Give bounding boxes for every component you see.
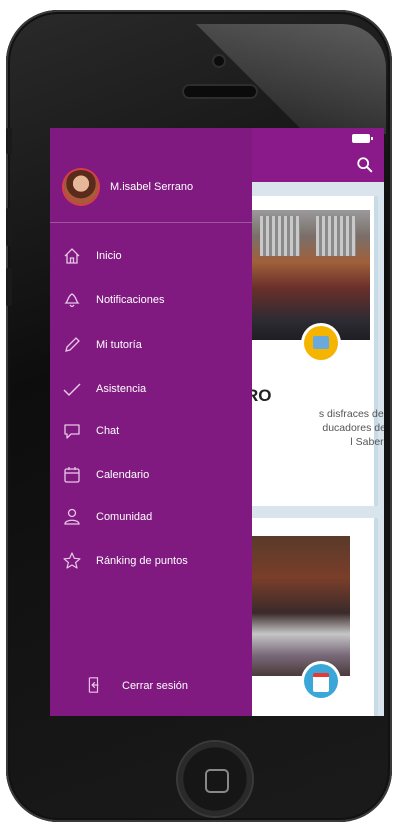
menu-item-label: Comunidad: [96, 511, 153, 523]
app-screen: RO s disfraces del ducadores de l Saber.…: [50, 128, 384, 716]
menu-item-label: Mi tutoría: [96, 339, 142, 351]
calendar-badge-icon: [304, 664, 338, 698]
logout-icon: [88, 677, 99, 693]
menu-item-calendario[interactable]: Calendario: [50, 463, 252, 489]
community-icon: [64, 508, 80, 525]
photo-badge-icon: [304, 326, 338, 360]
calendar-icon: [64, 467, 80, 483]
card-excerpt: s disfraces del ducadores de l Saber.: [236, 407, 384, 449]
mute-switch: [6, 128, 12, 154]
news-feed: [250, 182, 384, 716]
menu-item-chat[interactable]: Chat: [50, 419, 252, 445]
front-camera: [214, 56, 224, 66]
volume-down-button: [6, 268, 12, 306]
card-excerpt-line: s disfraces del: [318, 408, 384, 420]
pencil-icon: [65, 337, 80, 352]
drawer-profile[interactable]: M.isabel Serrano: [50, 128, 252, 223]
menu-item-inicio[interactable]: Inicio: [50, 244, 252, 270]
chat-icon: [64, 424, 80, 439]
home-icon: [64, 248, 80, 264]
menu-item-label: Notificaciones: [96, 294, 165, 306]
avatar: [64, 170, 98, 204]
group-photo: [250, 536, 350, 676]
card-excerpt-line: ducadores de: [322, 422, 384, 434]
menu-item-asistencia[interactable]: Asistencia: [50, 377, 252, 403]
menu-item-label: Chat: [96, 425, 120, 437]
volume-up-button: [6, 208, 12, 246]
home-square-icon: [205, 769, 229, 793]
menu-item-comunidad[interactable]: Comunidad: [50, 505, 252, 531]
earpiece-speaker: [184, 86, 256, 97]
menu-item-label: Asistencia: [96, 383, 147, 395]
home-button[interactable]: [178, 742, 252, 816]
screen-glare: [196, 24, 386, 134]
star-icon: [63, 552, 81, 569]
menu-item-notificaciones[interactable]: Notificaciones: [50, 288, 252, 314]
event-photo: [250, 210, 370, 340]
logout-button[interactable]: Cerrar sesión: [84, 676, 244, 698]
battery-icon: [352, 134, 373, 143]
menu-item-label: Calendario: [96, 469, 150, 481]
menu-item-ranking[interactable]: Ránking de puntos: [50, 549, 252, 575]
check-icon: [63, 383, 81, 397]
bell-icon: [64, 293, 80, 308]
logout-label: Cerrar sesión: [122, 680, 189, 692]
user-name: M.isabel Serrano: [110, 181, 194, 193]
photo-window: [260, 216, 300, 256]
navigation-drawer: M.isabel Serrano Inicio Notificaciones M…: [50, 128, 252, 716]
menu-item-mi-tutoria[interactable]: Mi tutoría: [50, 333, 252, 359]
menu-item-label: Inicio: [96, 250, 122, 262]
photo-window: [316, 216, 356, 256]
card-excerpt-line: l Saber.: [350, 436, 384, 448]
search-icon[interactable]: [356, 156, 374, 174]
menu-item-label: Ránking de puntos: [96, 555, 188, 567]
